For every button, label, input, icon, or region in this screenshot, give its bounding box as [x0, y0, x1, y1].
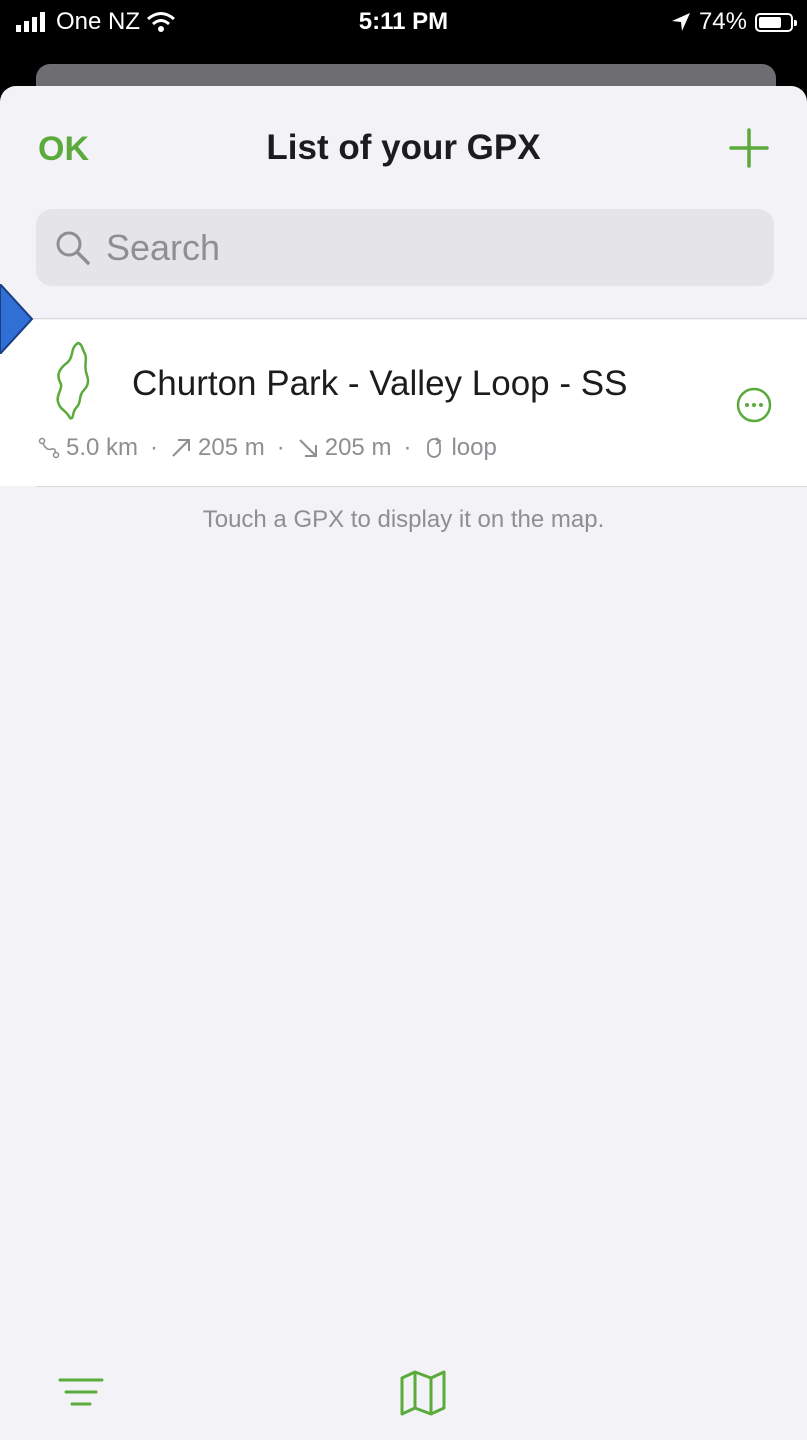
- track-shape-icon: [56, 341, 90, 420]
- separator-dot: ·: [150, 434, 159, 461]
- search-bar[interactable]: [36, 209, 774, 286]
- search-icon: [56, 231, 90, 265]
- route-distance-icon: [38, 437, 60, 459]
- battery-percent: 74%: [698, 8, 747, 35]
- filter-list-icon[interactable]: [58, 1374, 104, 1414]
- status-right: 74%: [671, 8, 797, 36]
- separator-dot: ·: [403, 434, 412, 461]
- ascent-arrow-icon: [172, 439, 191, 457]
- separator-dot: ·: [276, 434, 285, 461]
- descent-arrow-icon: [299, 439, 317, 457]
- gpx-list-item[interactable]: Churton Park - Valley Loop - SS 5.0 km ·…: [0, 320, 807, 486]
- plus-icon[interactable]: [727, 126, 771, 170]
- battery-tip: [794, 19, 797, 26]
- divider: [36, 486, 807, 487]
- gpx-list-sheet: OK List of your GPX Churton Park - Valle…: [0, 86, 807, 1440]
- location-arrow-icon: [671, 13, 690, 31]
- map-icon[interactable]: [398, 1368, 448, 1418]
- page-title: List of your GPX: [266, 128, 541, 167]
- gpx-ascent: 205 m: [198, 434, 265, 461]
- more-options-icon[interactable]: [735, 386, 773, 424]
- gpx-title: Churton Park - Valley Loop - SS: [132, 364, 628, 403]
- selection-arrow-icon: [0, 284, 34, 354]
- gpx-distance: 5.0 km: [66, 434, 139, 461]
- battery-level: [759, 16, 782, 28]
- search-input[interactable]: [104, 225, 774, 270]
- loop-icon: [427, 437, 442, 458]
- hint-text: Touch a GPX to display it on the map.: [202, 506, 605, 533]
- divider: [0, 318, 807, 319]
- gpx-stats: 5.0 km · 205 m · 205 m · loop: [38, 434, 497, 462]
- gpx-type: loop: [451, 434, 497, 461]
- gpx-descent: 205 m: [324, 434, 392, 461]
- battery-icon: [755, 12, 797, 32]
- status-bar: One NZ 5:11 PM 74%: [0, 0, 807, 46]
